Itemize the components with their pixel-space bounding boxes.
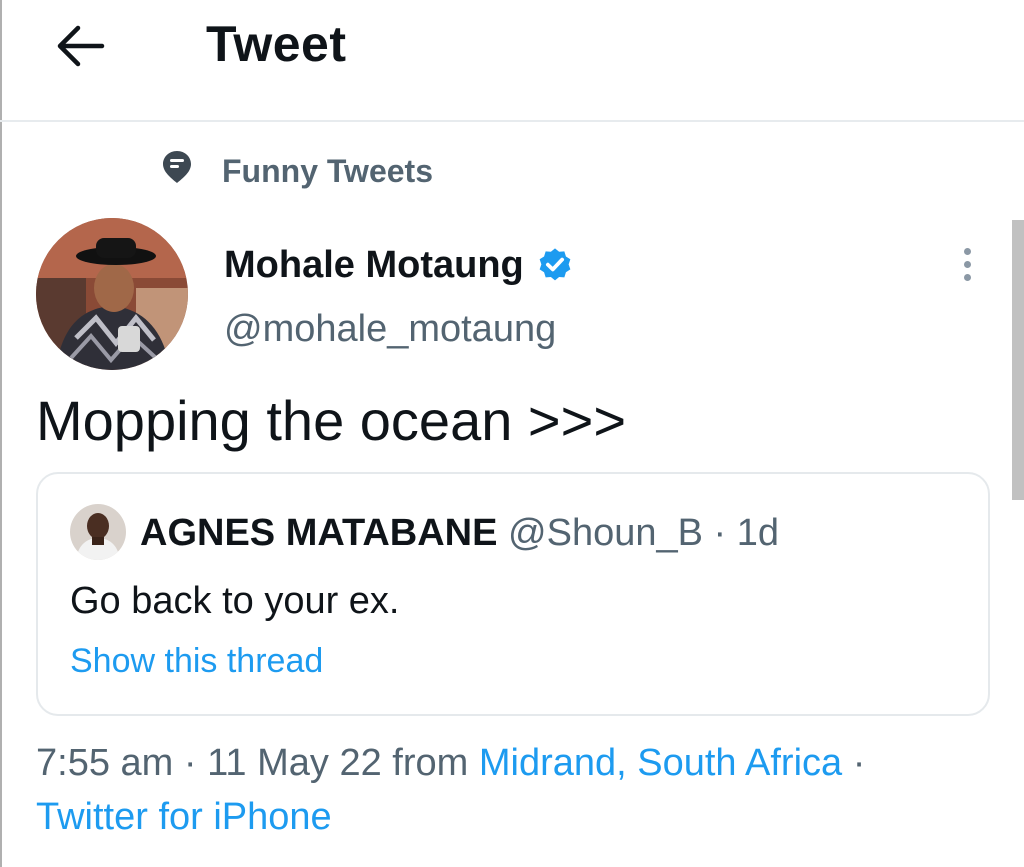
more-vertical-icon xyxy=(963,247,971,255)
pin-icon xyxy=(163,151,191,183)
arrow-left-icon xyxy=(57,25,105,67)
author-avatar[interactable] xyxy=(36,218,188,370)
window-edge xyxy=(0,0,2,867)
tweet-time[interactable]: 7:55 am xyxy=(36,742,173,784)
tweet-location-link[interactable]: Midrand, South Africa xyxy=(479,742,842,784)
tweet-date[interactable]: 11 May 22 xyxy=(207,742,382,784)
author-avatar-image xyxy=(36,218,188,370)
show-thread-link[interactable]: Show this thread xyxy=(70,640,323,682)
quoted-tweet[interactable]: AGNES MATABANE @Shoun_B · 1d Go back to … xyxy=(36,472,990,716)
meta-separator: · xyxy=(183,742,197,784)
quoted-avatar-image xyxy=(70,504,126,560)
quoted-separator: · xyxy=(713,512,727,554)
more-options-button[interactable] xyxy=(950,240,984,288)
tweet-meta-line-1: 7:55 am · 11 May 22 from Midrand, South … xyxy=(36,736,865,790)
meta-from: from xyxy=(392,742,469,784)
quoted-author-name[interactable]: AGNES MATABANE xyxy=(140,512,497,554)
more-dot xyxy=(963,273,971,281)
page-title: Tweet xyxy=(206,16,347,72)
tweet-meta: 7:55 am · 11 May 22 from Midrand, South … xyxy=(36,736,865,844)
top-bar: Tweet xyxy=(0,0,1024,122)
quoted-time[interactable]: 1d xyxy=(737,512,779,554)
tweet-client-link[interactable]: Twitter for iPhone xyxy=(36,796,332,838)
social-context[interactable]: Funny Tweets xyxy=(162,150,433,189)
meta-separator: · xyxy=(852,742,866,784)
author-handle[interactable]: @mohale_motaung xyxy=(224,306,556,352)
tweet-text: Mopping the ocean >>> xyxy=(36,389,627,452)
scrollbar-thumb[interactable] xyxy=(1012,220,1024,500)
author-name[interactable]: Mohale Motaung xyxy=(224,242,574,288)
quoted-author-handle[interactable]: @Shoun_B xyxy=(508,512,703,554)
verified-badge-icon xyxy=(536,246,574,284)
quoted-author-avatar[interactable] xyxy=(70,504,126,560)
quoted-header: AGNES MATABANE @Shoun_B · 1d xyxy=(140,510,779,556)
social-context-label: Funny Tweets xyxy=(222,153,433,189)
more-dot xyxy=(963,260,971,268)
quoted-text: Go back to your ex. xyxy=(70,580,400,622)
tweet-meta-line-2: Twitter for iPhone xyxy=(36,790,865,844)
author-name-text: Mohale Motaung xyxy=(224,244,524,286)
back-button[interactable] xyxy=(50,18,110,74)
